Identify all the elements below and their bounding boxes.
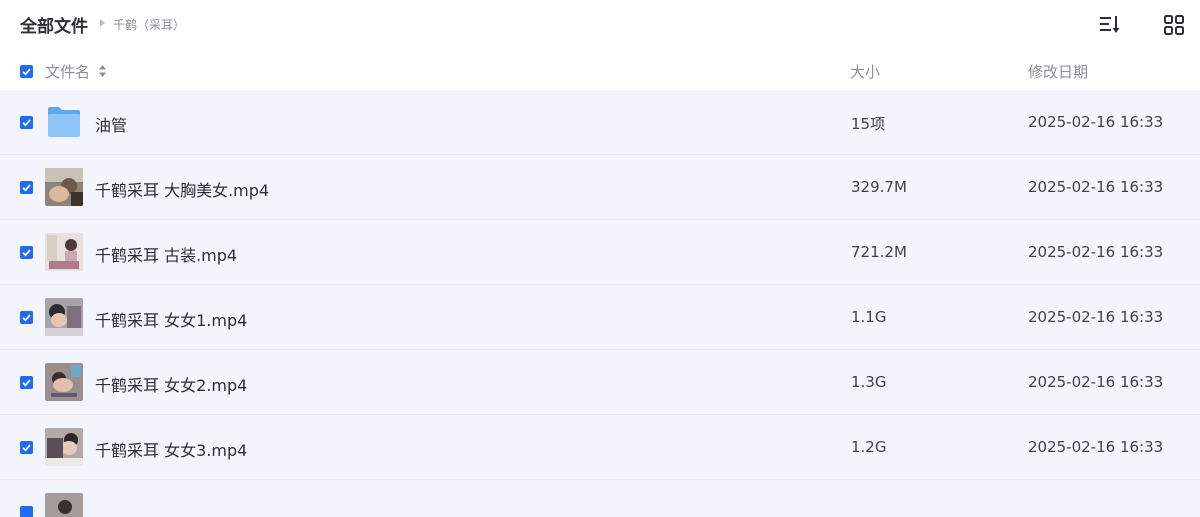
select-all-checkbox[interactable] xyxy=(20,65,33,78)
file-name[interactable]: 千鹤采耳 女女3.mp4 xyxy=(95,437,247,461)
sort-arrows-icon[interactable] xyxy=(98,64,107,78)
file-date: 2025-02-16 16:33 xyxy=(1028,373,1164,391)
file-name[interactable]: 千鹤采耳 大胸美女.mp4 xyxy=(95,177,269,201)
file-row[interactable]: 千鹤采耳 大胸美女.mp4 329.7M 2025-02-16 16:33 xyxy=(0,155,1200,220)
file-size: 721.2M xyxy=(851,243,907,261)
file-row[interactable]: 千鹤采耳 女女3.mp4 1.2G 2025-02-16 16:33 xyxy=(0,415,1200,480)
check-icon xyxy=(22,379,31,387)
file-date: 2025-02-16 16:33 xyxy=(1028,113,1164,131)
video-thumbnail xyxy=(45,428,83,466)
column-header: 文件名 大小 修改日期 xyxy=(0,55,1200,89)
breadcrumb-current[interactable]: 千鹤（采耳） xyxy=(113,16,185,33)
row-checkbox[interactable] xyxy=(20,506,33,517)
check-icon xyxy=(22,68,31,76)
file-name[interactable]: 油管 xyxy=(95,112,127,136)
row-checkbox[interactable] xyxy=(20,376,33,389)
video-thumbnail xyxy=(45,233,83,271)
row-checkbox[interactable] xyxy=(20,116,33,129)
column-size-header: 大小 xyxy=(850,63,881,81)
file-size: 15项 xyxy=(851,115,886,133)
video-thumbnail xyxy=(45,363,83,401)
file-row[interactable]: 千鹤采耳 女女2.mp4 1.3G 2025-02-16 16:33 xyxy=(0,350,1200,415)
file-row[interactable]: 千鹤采耳 女女1.mp4 1.1G 2025-02-16 16:33 xyxy=(0,285,1200,350)
check-icon xyxy=(22,184,31,192)
file-row[interactable]: 油管 15项 2025-02-16 16:33 xyxy=(0,90,1200,155)
breadcrumb-root[interactable]: 全部文件 xyxy=(20,12,88,37)
file-size: 1.2G xyxy=(851,438,887,456)
video-thumbnail xyxy=(45,493,83,517)
row-checkbox[interactable] xyxy=(20,181,33,194)
row-checkbox[interactable] xyxy=(20,246,33,259)
file-name[interactable]: 千鹤采耳 女女2.mp4 xyxy=(95,372,247,396)
file-name[interactable]: 千鹤采耳 古装.mp4 xyxy=(95,242,237,266)
top-bar: 全部文件 千鹤（采耳） xyxy=(0,0,1200,50)
file-name[interactable]: 千鹤采耳 女女1.mp4 xyxy=(95,307,247,331)
file-browser: 全部文件 千鹤（采耳） 文件名 大小 修改日期 油管 15项 2025-02-1… xyxy=(0,0,1200,517)
check-icon xyxy=(22,444,31,452)
file-row[interactable]: 千鹤采耳 古装.mp4 721.2M 2025-02-16 16:33 xyxy=(0,220,1200,285)
file-date: 2025-02-16 16:33 xyxy=(1028,178,1164,196)
grid-view-icon[interactable] xyxy=(1161,12,1187,38)
check-icon xyxy=(22,314,31,322)
folder-icon xyxy=(48,107,80,137)
breadcrumb-separator-icon xyxy=(100,19,105,27)
video-thumbnail xyxy=(45,168,83,206)
row-checkbox[interactable] xyxy=(20,441,33,454)
file-row-partial[interactable] xyxy=(0,480,1200,517)
video-thumbnail xyxy=(45,298,83,336)
sort-list-icon[interactable] xyxy=(1096,12,1122,38)
file-date: 2025-02-16 16:33 xyxy=(1028,438,1164,456)
check-icon xyxy=(22,249,31,257)
file-date: 2025-02-16 16:33 xyxy=(1028,243,1164,261)
row-checkbox[interactable] xyxy=(20,311,33,324)
file-size: 1.3G xyxy=(851,373,887,391)
file-date: 2025-02-16 16:33 xyxy=(1028,308,1164,326)
check-icon xyxy=(22,119,31,127)
file-size: 329.7M xyxy=(851,178,907,196)
column-date-header: 修改日期 xyxy=(1028,63,1089,81)
column-name-header[interactable]: 文件名 xyxy=(45,61,90,82)
file-size: 1.1G xyxy=(851,308,887,326)
